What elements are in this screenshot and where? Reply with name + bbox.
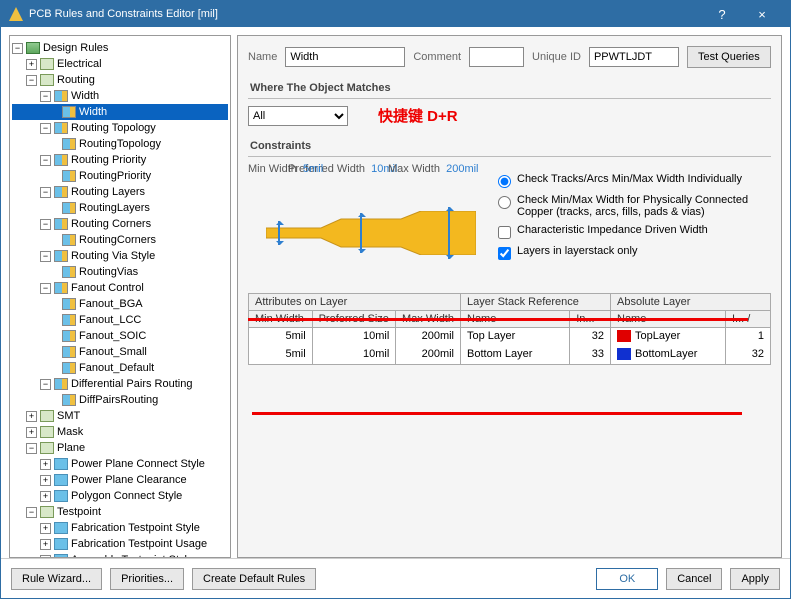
layers-table[interactable]: Attributes on Layer Min Width Preferred … bbox=[248, 293, 771, 365]
tree-pcs[interactable]: +Polygon Connect Style bbox=[12, 488, 228, 504]
tree-smt[interactable]: +SMT bbox=[12, 408, 228, 424]
pref-arrow-icon bbox=[360, 213, 362, 253]
tree-fts[interactable]: +Fabrication Testpoint Style bbox=[12, 520, 228, 536]
close-button[interactable]: × bbox=[742, 7, 782, 22]
ok-button[interactable]: OK bbox=[596, 568, 658, 590]
table-row[interactable]: 5mil10mil200mil bbox=[249, 328, 460, 346]
priorities-button[interactable]: Priorities... bbox=[110, 568, 184, 590]
tree-fanout-lcc[interactable]: Fanout_LCC bbox=[12, 312, 228, 328]
tree-rtopo-cat[interactable]: −Routing Topology bbox=[12, 120, 228, 136]
min-arrow-icon bbox=[278, 221, 280, 245]
uniqueid-label: Unique ID bbox=[532, 51, 581, 63]
rules-tree[interactable]: −Design Rules +Electrical −Routing −Widt… bbox=[9, 35, 231, 558]
tree-fanout-soic[interactable]: Fanout_SOIC bbox=[12, 328, 228, 344]
tree-diffpairs-cat[interactable]: −Differential Pairs Routing bbox=[12, 376, 228, 392]
tree-routing[interactable]: −Routing bbox=[12, 72, 228, 88]
titlebar: PCB Rules and Constraints Editor [mil] ?… bbox=[1, 1, 790, 27]
col-attributes: Attributes on Layer bbox=[249, 294, 460, 311]
uniqueid-input[interactable] bbox=[589, 47, 679, 67]
layer-color-swatch bbox=[617, 348, 631, 360]
max-arrow-icon bbox=[448, 207, 450, 259]
col-absolute: Absolute Layer bbox=[611, 294, 770, 311]
constraints-section-title: Constraints bbox=[248, 136, 771, 157]
table-row[interactable]: BottomLayer32 bbox=[611, 346, 770, 364]
tree-rprio-rule[interactable]: RoutingPriority bbox=[12, 168, 228, 184]
tree-mask[interactable]: +Mask bbox=[12, 424, 228, 440]
tree-plane[interactable]: −Plane bbox=[12, 440, 228, 456]
comment-input[interactable] bbox=[469, 47, 524, 67]
tree-fanout-bga[interactable]: Fanout_BGA bbox=[12, 296, 228, 312]
tree-rlay-rule[interactable]: RoutingLayers bbox=[12, 200, 228, 216]
rule-panel: Name Comment Unique ID Test Queries Wher… bbox=[237, 35, 782, 558]
annotation-shortcut: 快捷键 D+R bbox=[378, 105, 458, 126]
table-row[interactable]: Top Layer32 bbox=[461, 328, 610, 346]
window-title: PCB Rules and Constraints Editor [mil] bbox=[29, 8, 702, 20]
annotation-line bbox=[248, 318, 748, 321]
col-layerstack: Layer Stack Reference bbox=[461, 294, 610, 311]
tree-width-rule[interactable]: Width bbox=[12, 104, 228, 120]
name-input[interactable] bbox=[285, 47, 405, 67]
tree-ftu[interactable]: +Fabrication Testpoint Usage bbox=[12, 536, 228, 552]
cancel-button[interactable]: Cancel bbox=[666, 568, 722, 590]
max-width-label: Max Width 200mil bbox=[388, 163, 479, 175]
table-row[interactable]: TopLayer1 bbox=[611, 328, 770, 346]
tree-ppc[interactable]: +Power Plane Clearance bbox=[12, 472, 228, 488]
tree-rcorn-cat[interactable]: −Routing Corners bbox=[12, 216, 228, 232]
checkbox-layerstack-only[interactable]: Layers in layerstack only bbox=[498, 245, 771, 260]
tree-rvia-rule[interactable]: RoutingVias bbox=[12, 264, 228, 280]
tree-rvia-cat[interactable]: −Routing Via Style bbox=[12, 248, 228, 264]
table-row[interactable]: Bottom Layer33 bbox=[461, 346, 610, 364]
radio-check-individually[interactable]: Check Tracks/Arcs Min/Max Width Individu… bbox=[498, 173, 771, 188]
help-button[interactable]: ? bbox=[702, 7, 742, 22]
tree-electrical[interactable]: +Electrical bbox=[12, 56, 228, 72]
min-width-label: Min Width 5mil bbox=[248, 163, 323, 175]
comment-label: Comment bbox=[413, 51, 461, 63]
tree-fanout-cat[interactable]: −Fanout Control bbox=[12, 280, 228, 296]
tree-fanout-small[interactable]: Fanout_Small bbox=[12, 344, 228, 360]
tree-root[interactable]: −Design Rules bbox=[12, 40, 228, 56]
table-row[interactable]: 5mil10mil200mil bbox=[249, 346, 460, 364]
annotation-line bbox=[237, 70, 238, 73]
match-scope-select[interactable]: All bbox=[248, 106, 348, 126]
apply-button[interactable]: Apply bbox=[730, 568, 780, 590]
tree-diffpairs-rule[interactable]: DiffPairsRouting bbox=[12, 392, 228, 408]
checkbox-impedance[interactable]: Characteristic Impedance Driven Width bbox=[498, 224, 771, 239]
test-queries-button[interactable]: Test Queries bbox=[687, 46, 771, 68]
tree-width-cat[interactable]: −Width bbox=[12, 88, 228, 104]
tree-testpoint[interactable]: −Testpoint bbox=[12, 504, 228, 520]
trace-shape-icon bbox=[266, 211, 476, 255]
tree-rtopo-rule[interactable]: RoutingTopology bbox=[12, 136, 228, 152]
radio-check-connected[interactable]: Check Min/Max Width for Physically Conne… bbox=[498, 194, 771, 218]
dialog-footer: Rule Wizard... Priorities... Create Defa… bbox=[1, 558, 790, 598]
width-diagram: Preferred Width 10mil Min Width 5mil Max… bbox=[248, 163, 488, 283]
app-icon bbox=[9, 7, 23, 21]
tree-rprio-cat[interactable]: −Routing Priority bbox=[12, 152, 228, 168]
tree-rcorn-rule[interactable]: RoutingCorners bbox=[12, 232, 228, 248]
tree-fanout-default[interactable]: Fanout_Default bbox=[12, 360, 228, 376]
tree-rlay-cat[interactable]: −Routing Layers bbox=[12, 184, 228, 200]
match-section-title: Where The Object Matches bbox=[248, 78, 771, 99]
annotation-line bbox=[252, 412, 742, 415]
rule-wizard-button[interactable]: Rule Wizard... bbox=[11, 568, 102, 590]
create-default-rules-button[interactable]: Create Default Rules bbox=[192, 568, 316, 590]
name-label: Name bbox=[248, 51, 277, 63]
layer-color-swatch bbox=[617, 330, 631, 342]
tree-ppcs[interactable]: +Power Plane Connect Style bbox=[12, 456, 228, 472]
